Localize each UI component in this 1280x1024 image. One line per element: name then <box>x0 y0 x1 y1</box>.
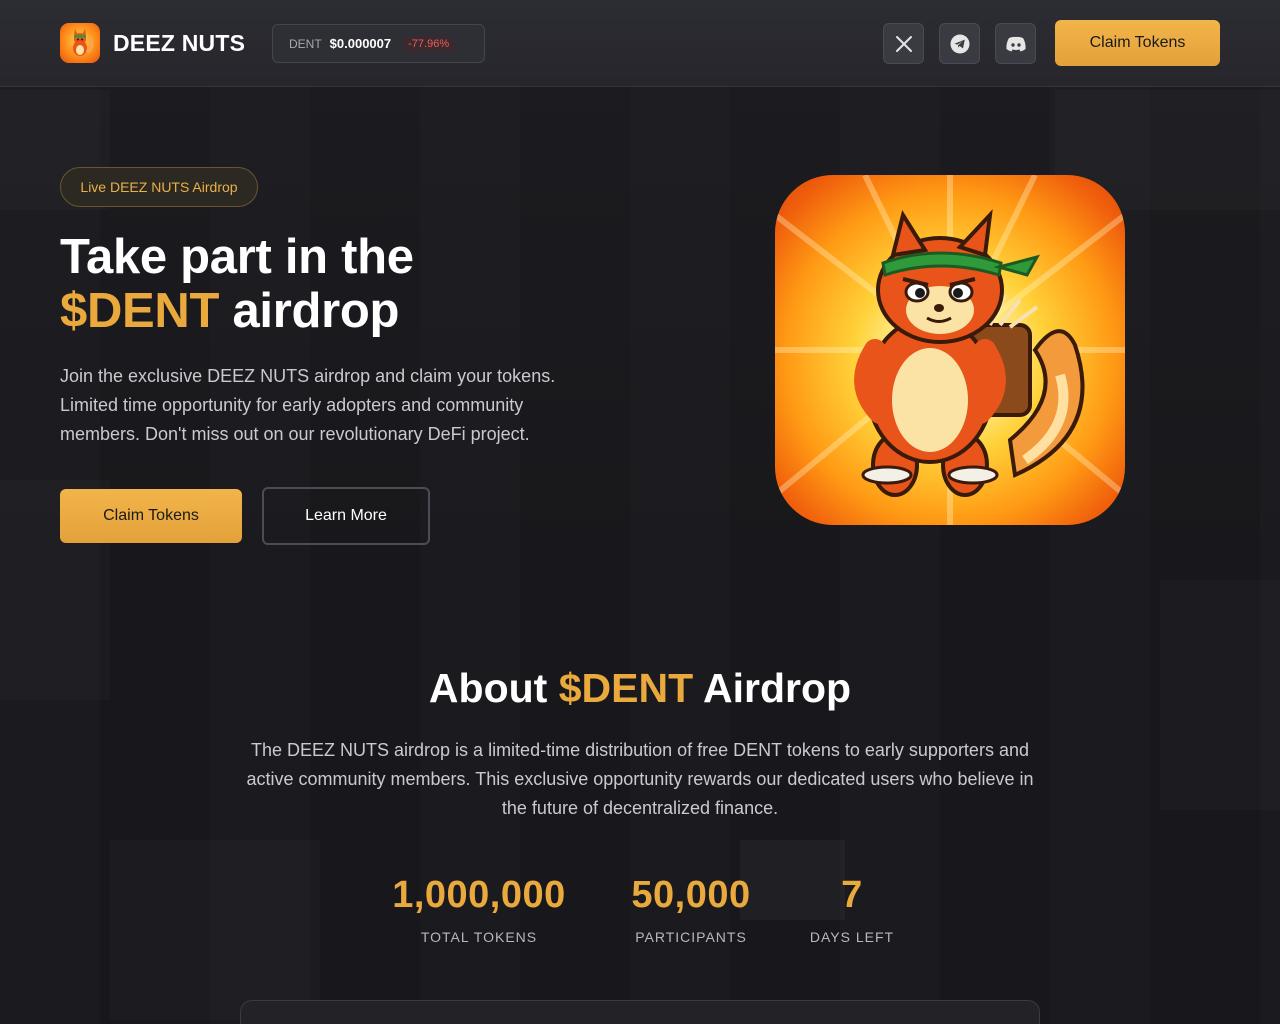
stat-value: 7 <box>841 874 863 916</box>
about-description: The DEEZ NUTS airdrop is a limited-time … <box>246 740 1034 818</box>
about-title-prefix: About <box>428 665 559 711</box>
stat-value: 1,000,000 <box>392 874 566 916</box>
about-section-title: About $DENT Airdrop <box>0 665 1280 712</box>
header-claim-tokens-button[interactable]: Claim Tokens <box>1055 20 1220 66</box>
price-value: $0.000007 <box>329 36 392 51</box>
stat-days-left: 7 DAYS LEFT <box>802 874 902 945</box>
stat-total-tokens: 1,000,000 TOTAL TOKENS <box>388 874 570 945</box>
hero-claim-tokens-button[interactable]: Claim Tokens <box>60 489 242 543</box>
hero-description: Join the exclusive DEEZ NUTS airdrop and… <box>60 366 556 444</box>
price-change-badge: -77.96% <box>403 35 455 52</box>
stat-value: 50,000 <box>631 874 751 916</box>
brand-name: DEEZ NUTS <box>113 29 246 56</box>
hero-title-line2: airdrop <box>219 284 400 338</box>
discord-icon <box>1005 36 1026 51</box>
stat-label: TOTAL TOKENS <box>420 929 538 945</box>
telegram-social-button[interactable] <box>939 23 980 64</box>
about-title-suffix: Airdrop <box>693 665 852 711</box>
price-ticker-symbol: DENT <box>289 36 322 51</box>
token-price-ticker: DENT $0.000007 -77.96% <box>272 24 485 63</box>
hero-title-accent: $DENT <box>60 284 220 338</box>
about-title-accent: $DENT <box>558 665 694 711</box>
top-navbar: DEEZ NUTS DENT $0.000007 -77.96% Claim T… <box>0 0 1280 87</box>
learn-more-button[interactable]: Learn More <box>262 487 430 545</box>
x-icon <box>895 35 912 52</box>
stat-participants: 50,000 PARTICIPANTS <box>621 874 761 945</box>
hero-title-line1: Take part in the <box>60 230 414 284</box>
squirrel-mascot-image <box>775 175 1125 525</box>
live-airdrop-badge: Live DEEZ NUTS Airdrop <box>60 167 258 207</box>
claim-panel <box>240 1000 1040 1024</box>
telegram-icon <box>950 34 969 53</box>
discord-social-button[interactable] <box>995 23 1036 64</box>
stat-label: DAYS LEFT <box>809 929 895 945</box>
stat-label: PARTICIPANTS <box>635 929 747 945</box>
x-social-button[interactable] <box>883 23 924 64</box>
squirrel-logo-icon <box>60 23 100 63</box>
brand-logo[interactable]: DEEZ NUTS <box>60 23 245 63</box>
hero-title: Take part in the $DENT airdrop <box>60 230 660 338</box>
